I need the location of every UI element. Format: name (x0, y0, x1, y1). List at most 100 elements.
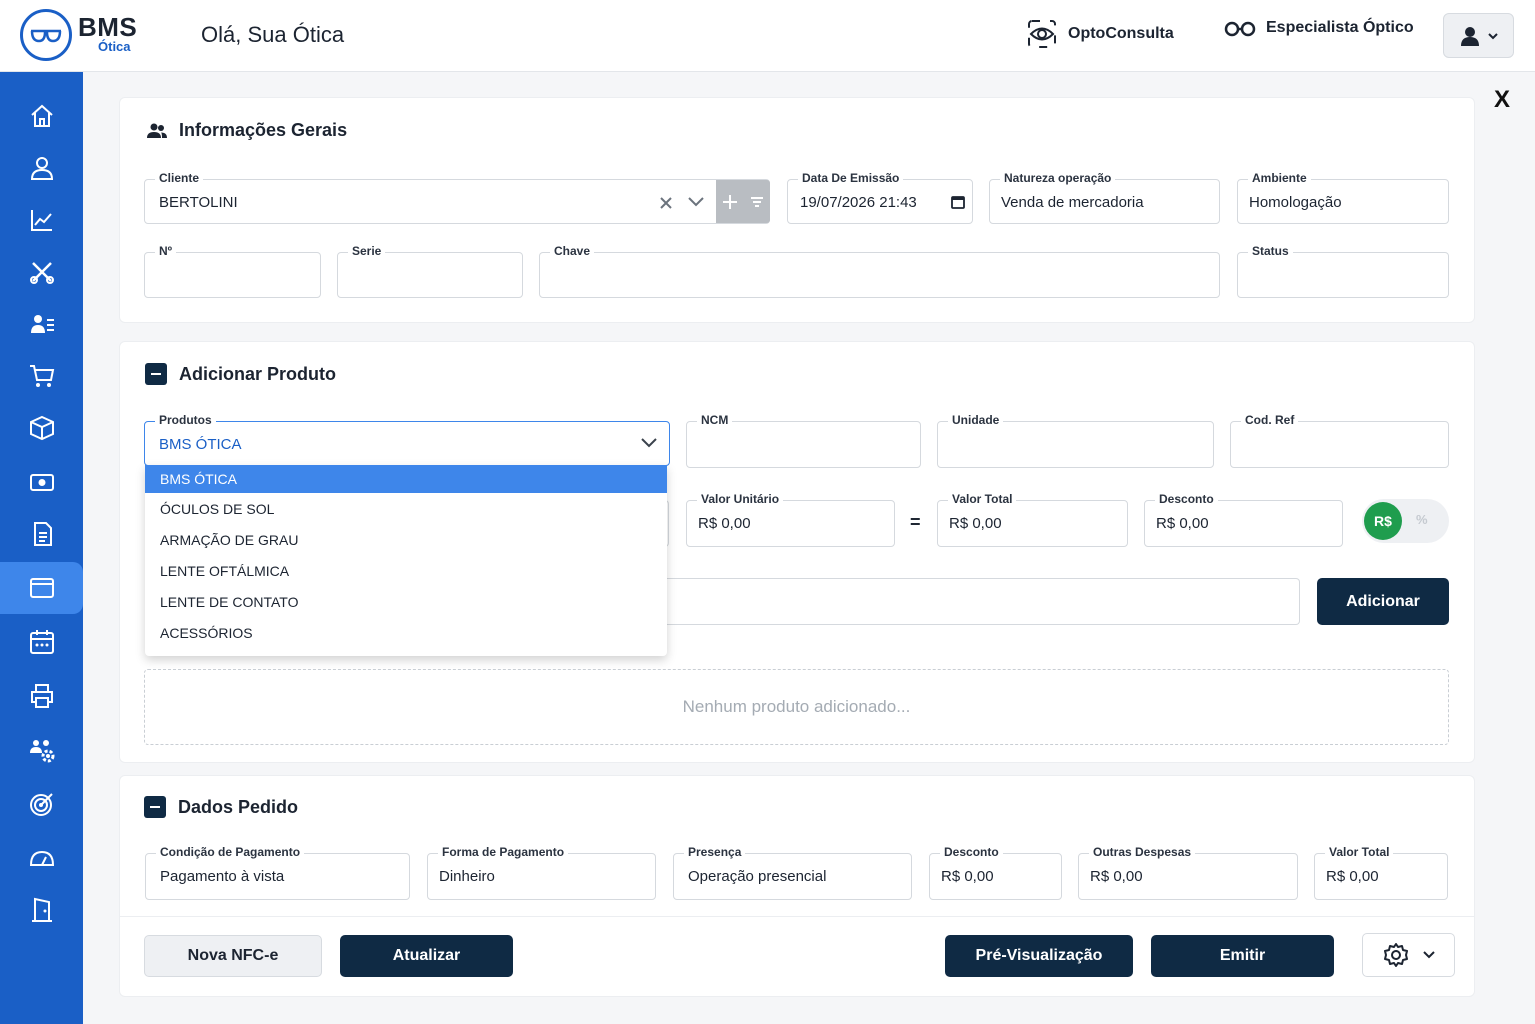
ncm-field[interactable]: NCM (686, 413, 921, 468)
dropdown-option[interactable]: LENTE DE CONTATO (145, 586, 667, 617)
section-title: Adicionar Produto (179, 363, 336, 384)
pedido-valor-total-field[interactable]: Valor Total R$ 0,00 (1314, 845, 1448, 900)
calendar-icon[interactable] (951, 195, 965, 209)
logo-icon[interactable] (20, 9, 72, 61)
collapse-icon[interactable] (144, 796, 166, 818)
plus-icon[interactable] (722, 194, 738, 210)
dropdown-option[interactable]: LENTE OFTÁLMICA (145, 555, 667, 586)
desconto-label: Desconto (1155, 492, 1218, 506)
cash-icon (29, 474, 54, 491)
team-settings-icon (29, 740, 54, 763)
valor-total-label: Valor Total (948, 492, 1017, 506)
clear-icon[interactable] (659, 196, 673, 210)
gauge-icon (29, 850, 54, 866)
sidebar-dashboard[interactable] (0, 832, 83, 884)
cod-ref-field[interactable]: Cod. Ref (1230, 413, 1449, 468)
outras-despesas-field[interactable]: Outras Despesas R$ 0,00 (1078, 845, 1298, 900)
produtos-select[interactable]: Produtos BMS ÓTICA (144, 413, 670, 466)
valor-total-value: R$ 0,00 (949, 515, 1002, 532)
serie-field[interactable]: Serie (337, 244, 523, 298)
sidebar-documents[interactable] (0, 508, 83, 560)
chevron-down-icon[interactable] (688, 197, 704, 207)
especialista-link[interactable]: Especialista Óptico (1224, 18, 1414, 38)
sidebar-calendar[interactable] (0, 616, 83, 668)
box-icon (29, 415, 54, 441)
divider (120, 916, 1474, 917)
sidebar-contacts[interactable] (0, 298, 83, 350)
sidebar-home[interactable] (0, 90, 83, 142)
sidebar-print[interactable] (0, 670, 83, 722)
section-title: Dados Pedido (178, 796, 299, 817)
numero-field[interactable]: Nº (144, 244, 321, 298)
sidebar-reports[interactable] (0, 194, 83, 246)
pedido-header[interactable]: Dados Pedido (144, 796, 298, 818)
chart-line-icon (30, 210, 52, 231)
sidebar-logout[interactable] (0, 884, 83, 936)
settings-menu-button[interactable] (1362, 933, 1455, 977)
ambiente-field[interactable]: Ambiente Homologação (1237, 171, 1449, 224)
observacao-field[interactable] (620, 578, 1300, 625)
condicao-field[interactable]: Condição de Pagamento Pagamento à vista (145, 845, 410, 900)
forma-label: Forma de Pagamento (438, 845, 569, 859)
user-menu-button[interactable] (1443, 13, 1514, 58)
unidade-field[interactable]: Unidade (937, 413, 1214, 468)
emitir-button[interactable]: Emitir (1151, 935, 1334, 977)
chave-field[interactable]: Chave (539, 244, 1220, 298)
logo-title: BMS (78, 12, 138, 42)
window-icon (29, 578, 54, 598)
pre-visualizacao-button[interactable]: Pré-Visualização (945, 935, 1133, 977)
document-icon (33, 522, 52, 546)
status-field[interactable]: Status (1237, 244, 1449, 298)
forma-field[interactable]: Forma de Pagamento Dinheiro (427, 845, 656, 900)
sidebar-team[interactable] (0, 724, 83, 776)
desconto-value: R$ 0,00 (1156, 515, 1209, 532)
logo-subtitle: Ótica (98, 39, 131, 54)
dropdown-option[interactable]: ACESSÓRIOS (145, 617, 667, 648)
produtos-value: BMS ÓTICA (159, 436, 242, 453)
sidebar-tools[interactable] (0, 246, 83, 298)
pedido-desconto-field[interactable]: Desconto R$ 0,00 (929, 845, 1062, 900)
natureza-field[interactable]: Natureza operação Venda de mercadoria (989, 171, 1220, 224)
cliente-select[interactable]: Cliente BERTOLINI (144, 171, 770, 224)
dropdown-option[interactable]: ÓCULOS DE SOL (145, 493, 667, 524)
user-icon (1460, 26, 1479, 46)
close-button[interactable]: X (1494, 86, 1510, 114)
ncm-label: NCM (697, 413, 733, 427)
chevron-down-icon (1422, 951, 1435, 959)
sidebar-products[interactable] (0, 402, 83, 454)
toggle-percent[interactable]: % (1416, 512, 1428, 527)
toggle-currency[interactable]: R$ (1364, 502, 1402, 540)
sidebar-nfce[interactable] (0, 562, 83, 614)
cliente-actions (716, 180, 770, 223)
adicionar-button[interactable]: Adicionar (1317, 578, 1449, 625)
presenca-value: Operação presencial (688, 868, 827, 885)
produto-header[interactable]: Adicionar Produto (145, 363, 336, 385)
dropdown-option[interactable]: ARMAÇÃO DE GRAU (145, 524, 667, 555)
filter-icon[interactable] (750, 195, 764, 209)
pedido-valor-total-label: Valor Total (1325, 845, 1394, 859)
sidebar-cash[interactable] (0, 456, 83, 508)
pedido-desconto-value: R$ 0,00 (941, 868, 994, 885)
desconto-type-toggle[interactable]: R$ % (1362, 499, 1449, 543)
valor-unitario-field[interactable]: Valor Unitário R$ 0,00 (686, 492, 895, 547)
chevron-down-icon[interactable] (641, 438, 657, 448)
presenca-field[interactable]: Presença Operação presencial (673, 845, 912, 900)
user-icon (30, 157, 53, 180)
sidebar-clients[interactable] (0, 142, 83, 194)
outras-despesas-value: R$ 0,00 (1090, 868, 1143, 885)
atualizar-button[interactable]: Atualizar (340, 935, 513, 977)
valor-total-field[interactable]: Valor Total R$ 0,00 (937, 492, 1128, 547)
optoconsulta-link[interactable]: OptoConsulta (1026, 18, 1174, 50)
sidebar-goals[interactable] (0, 778, 83, 830)
door-icon (31, 897, 52, 922)
desconto-field[interactable]: Desconto R$ 0,00 (1144, 492, 1343, 547)
cliente-label: Cliente (155, 171, 204, 185)
dropdown-option[interactable]: BMS ÓTICA (145, 465, 667, 493)
data-emissao-label: Data De Emissão (798, 171, 904, 185)
collapse-icon[interactable] (145, 363, 167, 385)
data-emissao-field[interactable]: Data De Emissão 19/07/2026 21:43 (787, 171, 973, 224)
sidebar-cart[interactable] (0, 350, 83, 402)
nova-nfce-button[interactable]: Nova NFC-e (144, 935, 322, 977)
serie-label: Serie (348, 244, 386, 258)
presenca-label: Presença (684, 845, 746, 859)
